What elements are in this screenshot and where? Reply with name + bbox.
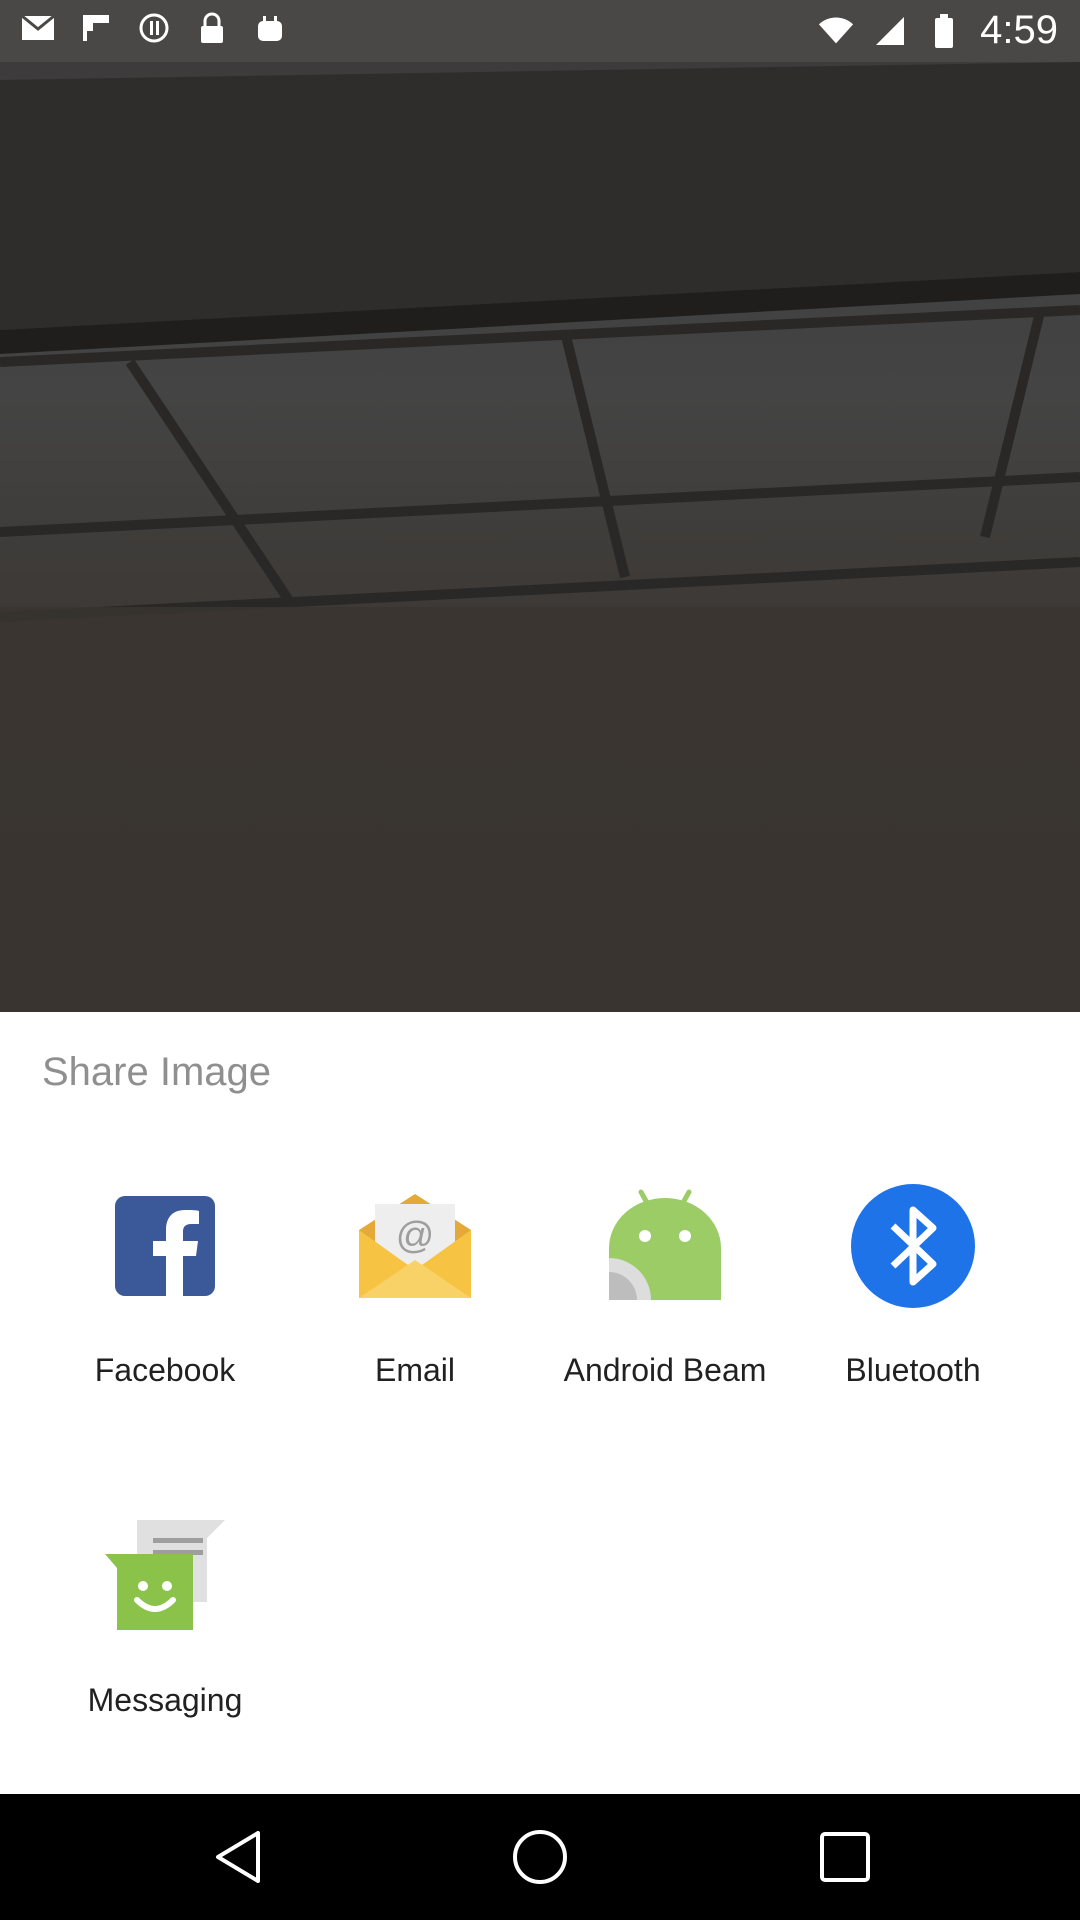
lock-icon [194, 10, 230, 46]
mail-icon [20, 10, 56, 46]
wifi-icon [818, 13, 854, 49]
share-app-facebook[interactable]: Facebook [40, 1182, 290, 1389]
recents-icon[interactable] [815, 1827, 875, 1887]
android-beam-icon [601, 1182, 729, 1310]
share-app-bluetooth[interactable]: Bluetooth [788, 1182, 1038, 1389]
status-bar: 4:59 [0, 0, 1080, 62]
share-app-label: Android Beam [563, 1352, 767, 1388]
bluetooth-icon [849, 1182, 977, 1310]
share-sheet-title: Share Image [42, 1050, 272, 1094]
share-app-label: Email [374, 1352, 455, 1388]
share-sheet: Share Image Facebook @ Email Android Bea… [0, 1012, 1080, 1794]
android-icon [252, 10, 288, 46]
share-app-label: Messaging [87, 1682, 243, 1718]
navigation-bar [0, 1794, 1080, 1920]
home-icon[interactable] [510, 1827, 570, 1887]
share-app-label: Facebook [94, 1352, 236, 1388]
email-icon: @ [351, 1182, 479, 1310]
flipboard-icon [78, 10, 114, 46]
back-icon[interactable] [210, 1827, 270, 1887]
signal-icon [872, 13, 908, 49]
share-app-android-beam[interactable]: Android Beam [540, 1182, 790, 1389]
svg-text:@: @ [396, 1215, 435, 1257]
battery-icon [926, 13, 962, 49]
facebook-icon [101, 1182, 229, 1310]
messaging-icon [101, 1512, 229, 1640]
share-app-label: Bluetooth [845, 1352, 981, 1388]
record-icon [136, 10, 172, 46]
share-app-messaging[interactable]: Messaging [40, 1512, 290, 1719]
background-photo [0, 62, 1080, 1012]
share-app-email[interactable]: @ Email [290, 1182, 540, 1389]
clock: 4:59 [980, 8, 1058, 52]
